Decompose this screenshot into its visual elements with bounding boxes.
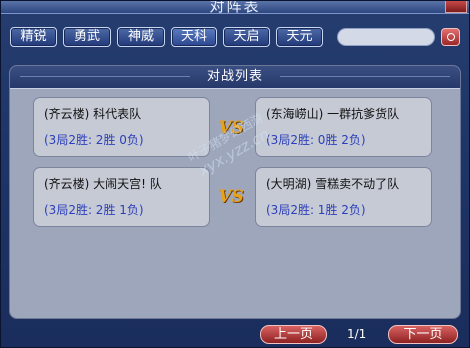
prev-page-button[interactable]: 上一页 bbox=[260, 325, 327, 344]
tab-tianke[interactable]: 天科 bbox=[171, 27, 217, 47]
battle-schedule-window: 对阵表 精锐 勇武 神威 天科 天启 天元 对战列表 (齐云楼) 科代表队 (3… bbox=[0, 0, 470, 348]
tab-shenwei[interactable]: 神威 bbox=[117, 27, 165, 47]
team-name: (大明湖) 雪糕卖不动了队 bbox=[266, 177, 400, 191]
tab-jingrui[interactable]: 精锐 bbox=[10, 27, 57, 47]
team-record: (3局2胜: 2胜 0负) bbox=[44, 133, 144, 147]
tab-yongwu[interactable]: 勇武 bbox=[63, 27, 111, 47]
search-icon bbox=[447, 33, 455, 41]
tab-tianqi[interactable]: 天启 bbox=[223, 27, 270, 47]
next-page-button[interactable]: 下一页 bbox=[388, 325, 458, 344]
team-name: (齐云楼) 科代表队 bbox=[44, 107, 142, 121]
window-title: 对阵表 bbox=[209, 1, 261, 14]
team-name: (齐云楼) 大闹天宫! 队 bbox=[44, 177, 162, 191]
team-record: (3局2胜: 2胜 1负) bbox=[44, 203, 144, 217]
match-1-left-team[interactable]: (齐云楼) 科代表队 (3局2胜: 2胜 0负) bbox=[33, 97, 210, 157]
panel-title: 对战列表 bbox=[10, 66, 460, 89]
title-bar[interactable]: 对阵表 bbox=[1, 1, 469, 14]
page-indicator: 1/1 bbox=[347, 327, 367, 341]
search-button[interactable] bbox=[441, 28, 460, 46]
close-button[interactable] bbox=[445, 1, 467, 13]
search-input[interactable] bbox=[337, 28, 435, 46]
tab-tianyuan[interactable]: 天元 bbox=[276, 27, 323, 47]
team-record: (3局2胜: 1胜 2负) bbox=[266, 203, 366, 217]
